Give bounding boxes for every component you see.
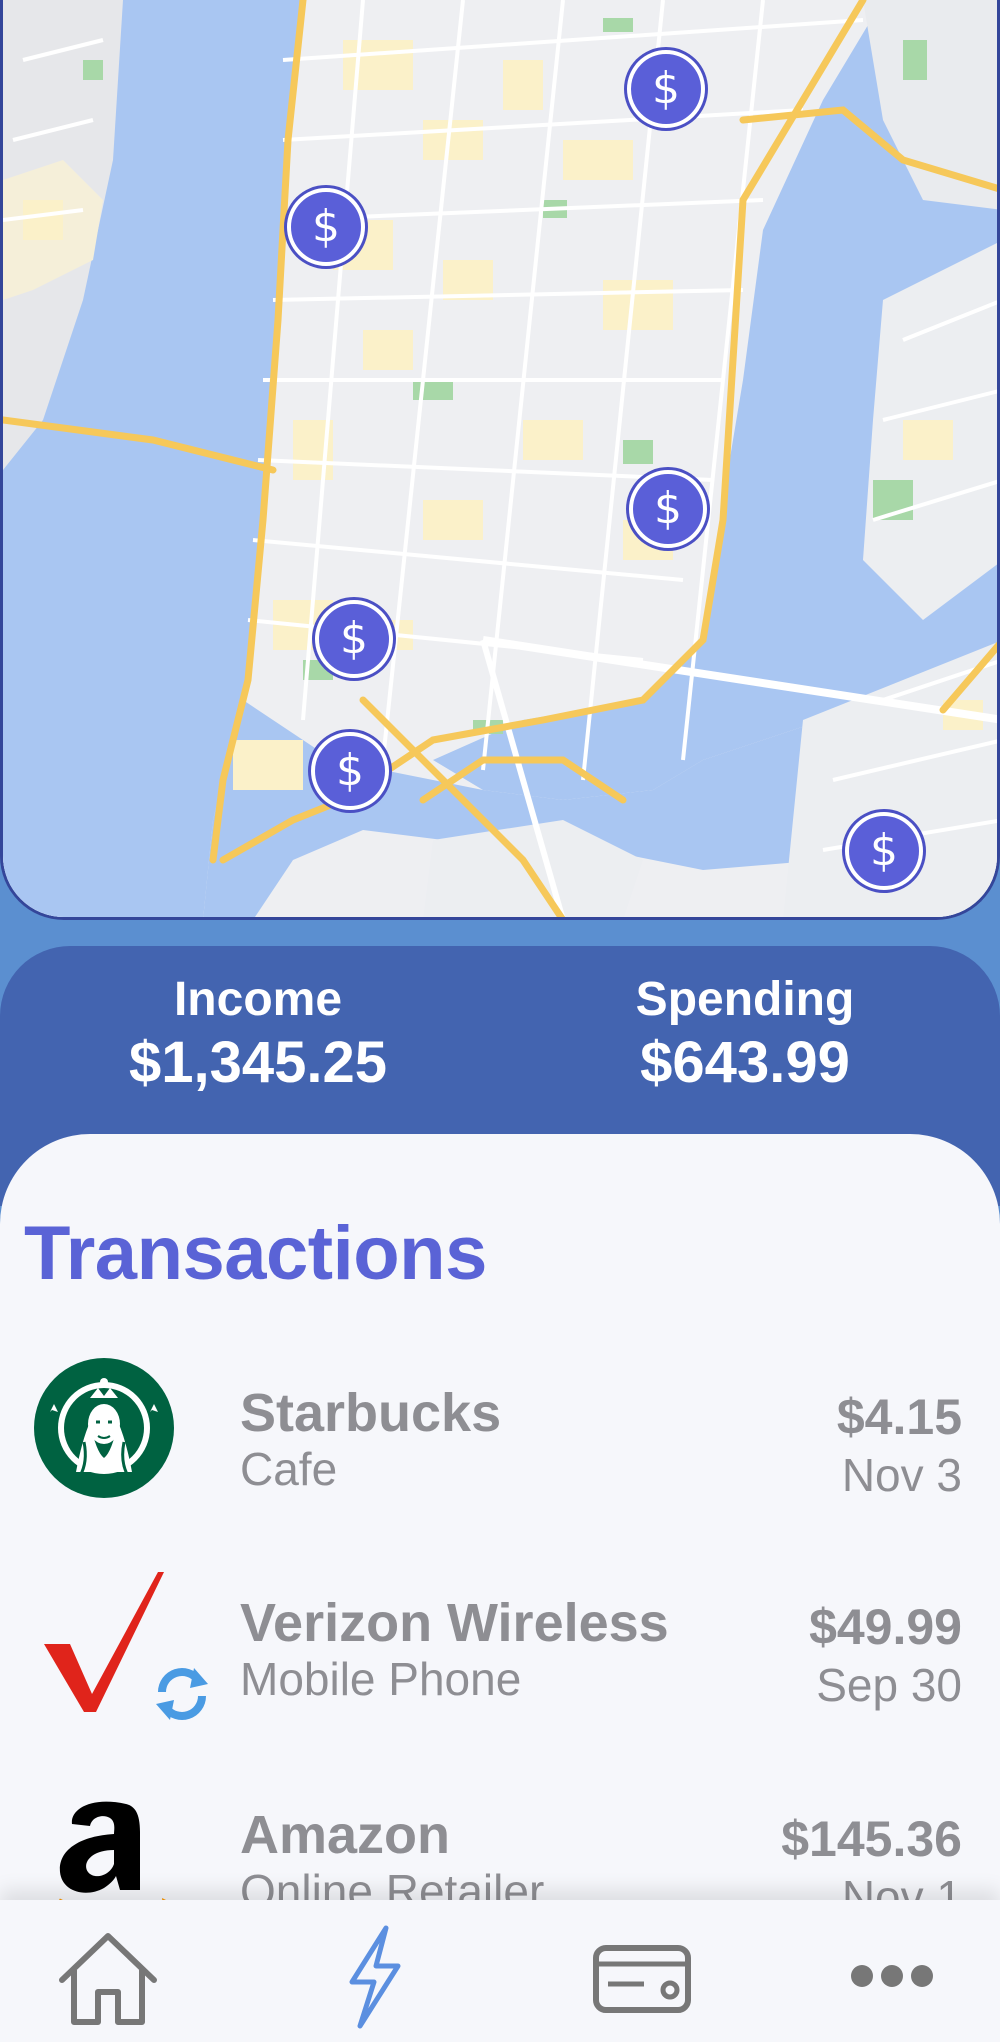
transaction-name: Amazon [240, 1805, 451, 1865]
dollar-sign-icon: $ [340, 613, 368, 664]
tab-more[interactable] [832, 1922, 952, 2032]
dollar-sign-icon: $ [652, 63, 680, 114]
tab-home[interactable] [48, 1922, 168, 2032]
spending-value: $643.99 [640, 1030, 850, 1095]
transaction-amount: $145.36 [781, 1811, 962, 1867]
transaction-category: Mobile Phone [240, 1653, 522, 1705]
more-icon [851, 1965, 933, 1987]
transaction-date: Nov 3 [841, 1449, 962, 1501]
income-label: Income [173, 973, 343, 1026]
recurring-icon [150, 1662, 214, 1726]
transaction-amount: $4.15 [836, 1389, 962, 1445]
dollar-sign-icon: $ [336, 745, 364, 796]
map-view[interactable]: $ $ $ $ $ $ [0, 0, 1000, 920]
map-background [3, 0, 997, 917]
dollar-pin[interactable]: $ [627, 50, 705, 128]
transaction-amount: $49.99 [809, 1599, 962, 1655]
dollar-pin[interactable]: $ [845, 812, 923, 890]
dollar-pin[interactable]: $ [311, 732, 389, 810]
tab-bar [0, 1900, 1000, 2042]
dollar-pin[interactable]: $ [629, 470, 707, 548]
dollar-sign-icon: $ [312, 201, 340, 252]
transaction-row[interactable]: Starbucks Cafe $4.15 Nov 3 [0, 1352, 1000, 1552]
transaction-name: Starbucks [240, 1383, 502, 1443]
transaction-category: Cafe [240, 1443, 338, 1495]
transaction-date: Sep 30 [816, 1659, 962, 1711]
tab-activity[interactable] [314, 1922, 434, 2032]
transaction-name: Verizon Wireless [240, 1593, 669, 1653]
income-value: $1,345.25 [128, 1030, 388, 1095]
dollar-sign-icon: $ [654, 483, 682, 534]
credit-card-icon [593, 1945, 691, 2013]
transaction-row[interactable]: Verizon Wireless Mobile Phone $49.99 Sep… [0, 1562, 1000, 1762]
transactions-title: Transactions [24, 1211, 487, 1296]
dollar-pin[interactable]: $ [315, 600, 393, 678]
dollar-sign-icon: $ [870, 825, 898, 876]
tab-cards[interactable] [582, 1922, 702, 2032]
spending-label: Spending [635, 973, 855, 1026]
home-icon [59, 1933, 157, 2025]
spending-stat: Spending $643.99 [545, 972, 945, 1098]
dollar-pin[interactable]: $ [287, 188, 365, 266]
lightning-icon [349, 1925, 401, 2029]
income-stat: Income $1,345.25 [58, 972, 458, 1098]
starbucks-logo [30, 1352, 220, 1522]
